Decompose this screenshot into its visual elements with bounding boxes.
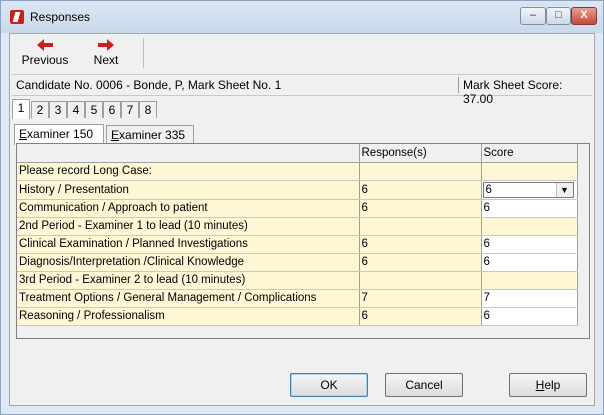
row-label: Treatment Options / General Management /…	[17, 289, 360, 308]
arrow-right-icon	[98, 39, 114, 51]
next-label: Next	[93, 53, 119, 67]
maximize-button[interactable]: □	[546, 7, 571, 25]
header-row: Response(s) Score	[17, 144, 578, 163]
title-bar[interactable]: Responses – □ X	[1, 1, 603, 33]
help-button[interactable]: Help	[509, 373, 587, 397]
row-score[interactable]: 6	[481, 253, 578, 272]
tab-page-1[interactable]: 1	[12, 99, 30, 119]
tab-page-5[interactable]: 5	[85, 101, 103, 118]
previous-button[interactable]: Previous	[20, 37, 70, 71]
minimize-button[interactable]: –	[520, 7, 546, 25]
responses-grid: Response(s) Score Please record Long Cas…	[16, 143, 590, 339]
row-response	[359, 217, 482, 236]
row-label: Communication / Approach to patient	[17, 199, 360, 218]
row-score[interactable]: 6	[481, 235, 578, 254]
tab-examiner-335[interactable]: Examiner 335	[106, 125, 194, 144]
toolbar-separator	[143, 38, 144, 68]
ok-button[interactable]: OK	[290, 373, 368, 397]
app-logo-icon	[10, 10, 24, 24]
table-row: Clinical Examination / Planned Investiga…	[17, 235, 578, 254]
tab-examiner-150-accesskey: E	[19, 127, 28, 141]
mark-sheet-score: Mark Sheet Score: 37.00	[463, 78, 563, 106]
row-response	[359, 271, 482, 290]
row-score[interactable]: 6	[481, 307, 578, 326]
previous-label: Previous	[21, 53, 69, 67]
row-score[interactable]: 7	[481, 289, 578, 308]
row-label: 3rd Period - Examiner 2 to lead (10 minu…	[17, 271, 360, 290]
info-bar: Candidate No. 0006 - Bonde, P, Mark Shee…	[12, 74, 592, 106]
row-label: 2nd Period - Examiner 1 to lead (10 minu…	[17, 217, 360, 236]
row-label: History / Presentation	[17, 180, 360, 200]
cancel-button[interactable]: Cancel	[385, 373, 463, 397]
tab-page-2[interactable]: 2	[31, 101, 49, 118]
row-label: Diagnosis/Interpretation /Clinical Knowl…	[17, 253, 360, 272]
arrow-left-icon	[37, 39, 53, 51]
dialog-client-area: Previous Next Candidate No. 0006 - Bonde…	[9, 33, 595, 406]
table-row: Communication / Approach to patient 6 6	[17, 199, 578, 218]
row-response: 6	[359, 199, 482, 218]
candidate-info: Candidate No. 0006 - Bonde, P, Mark Shee…	[16, 78, 282, 92]
row-response	[359, 162, 482, 181]
responses-table: Response(s) Score Please record Long Cas…	[17, 144, 578, 326]
table-row: Treatment Options / General Management /…	[17, 289, 578, 308]
row-label: Clinical Examination / Planned Investiga…	[17, 235, 360, 254]
row-response: 7	[359, 289, 482, 308]
row-response: 6	[359, 180, 482, 200]
header-score: Score	[481, 144, 578, 163]
tab-page-3[interactable]: 3	[49, 101, 67, 118]
row-score	[481, 271, 578, 290]
row-response: 6	[359, 253, 482, 272]
tab-page-4[interactable]: 4	[67, 101, 85, 118]
next-button[interactable]: Next	[86, 37, 126, 71]
header-responses: Response(s)	[359, 144, 482, 163]
row-score	[481, 217, 578, 236]
row-response: 6	[359, 235, 482, 254]
row-score-cell: 6 ▼	[481, 180, 578, 200]
score-dropdown[interactable]: 6 ▼	[482, 181, 574, 198]
table-row: History / Presentation 6 6 ▼	[17, 180, 578, 200]
header-item	[17, 144, 360, 163]
tab-examiner-150[interactable]: Examiner 150	[14, 124, 104, 145]
close-button[interactable]: X	[571, 7, 597, 25]
tab-examiner-150-label: xaminer 150	[27, 127, 94, 141]
tab-page-7[interactable]: 7	[121, 101, 139, 118]
table-row: Diagnosis/Interpretation /Clinical Knowl…	[17, 253, 578, 272]
tab-page-8[interactable]: 8	[139, 101, 157, 118]
table-row: Please record Long Case:	[17, 162, 578, 181]
table-row: 3rd Period - Examiner 2 to lead (10 minu…	[17, 271, 578, 290]
row-response: 6	[359, 307, 482, 326]
tab-examiner-335-accesskey: E	[111, 128, 120, 142]
help-label: elp	[544, 378, 561, 392]
info-separator	[458, 77, 459, 93]
tab-examiner-335-label: xaminer 335	[119, 128, 186, 142]
table-row: Reasoning / Professionalism 6 6	[17, 307, 578, 326]
row-score[interactable]: 6	[481, 199, 578, 218]
responses-window: Responses – □ X Previous Next Candidate …	[0, 0, 604, 415]
row-score	[481, 162, 578, 181]
row-label: Reasoning / Professionalism	[17, 307, 360, 326]
table-row: 2nd Period - Examiner 1 to lead (10 minu…	[17, 217, 578, 236]
window-title: Responses	[30, 10, 91, 24]
chevron-down-icon[interactable]: ▼	[555, 182, 573, 197]
score-dropdown-value: 6	[485, 183, 492, 196]
tab-page-6[interactable]: 6	[103, 101, 121, 118]
row-label: Please record Long Case:	[17, 162, 360, 181]
